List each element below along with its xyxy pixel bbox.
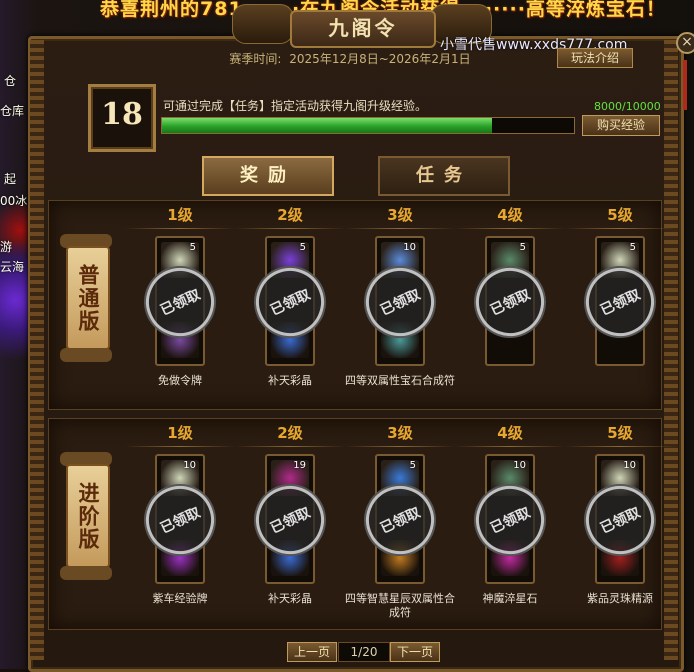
reward-qty: 5	[629, 242, 636, 253]
reward-qty: 5	[519, 242, 526, 253]
reward-qty: 19	[293, 460, 306, 471]
level-header: 3级	[387, 206, 413, 224]
level-divider	[345, 446, 455, 447]
track-label: 普通版	[66, 246, 110, 350]
buy-exp-button[interactable]: 购买经验	[582, 115, 660, 136]
reward-qty: 5	[299, 242, 306, 253]
level-header: 1级	[167, 424, 193, 442]
close-button[interactable]: ×	[676, 32, 694, 54]
window-title: 九阁令	[290, 10, 436, 48]
reward-name: 补天彩晶	[268, 592, 312, 605]
level-header: 2级	[277, 206, 303, 224]
level-divider	[455, 228, 565, 229]
track-label-cap	[60, 348, 112, 362]
level-divider	[125, 446, 235, 447]
reward-name: 神魔淬星石	[482, 592, 538, 605]
level-header: 5级	[607, 424, 633, 442]
reward-qty: 10	[403, 242, 416, 253]
level-divider	[455, 446, 565, 447]
level-header: 1级	[167, 206, 193, 224]
reward-qty: 10	[623, 460, 636, 471]
page-indicator: 1/20	[338, 642, 390, 662]
frame-ornament-left	[30, 40, 44, 660]
level-divider	[235, 446, 345, 447]
hud-label: 游	[0, 240, 13, 254]
hud-label: 云海	[0, 260, 25, 274]
season-range: 2025年12月8日~2026年2月1日	[289, 52, 471, 66]
level-header: 4级	[497, 424, 523, 442]
tab-rewards[interactable]: 奖励	[202, 156, 334, 196]
exp-count: 8000/10000	[594, 100, 661, 113]
reward-name: 四等双属性宝石合成符	[345, 374, 455, 387]
season-label: 赛季时间:	[229, 52, 282, 66]
reward-name: 补天彩晶	[268, 374, 312, 387]
hud-label: 00冰	[0, 194, 28, 208]
reward-name: 四等智慧星辰双属性合成符	[345, 592, 455, 619]
exp-description: 可通过完成【任务】指定活动获得九阁升级经验。	[163, 99, 428, 113]
track-label-cap	[60, 566, 112, 580]
reward-qty: 10	[183, 460, 196, 471]
rules-button[interactable]: 玩法介绍	[557, 48, 633, 68]
tab-tasks[interactable]: 任务	[378, 156, 510, 196]
prev-page-button[interactable]: 上一页	[287, 642, 337, 662]
level-divider	[235, 228, 345, 229]
level-divider	[565, 228, 675, 229]
level-header: 4级	[497, 206, 523, 224]
level-divider	[125, 228, 235, 229]
current-level: 18	[101, 97, 143, 132]
level-header: 2级	[277, 424, 303, 442]
level-header: 3级	[387, 424, 413, 442]
hud-label: 仓	[4, 74, 17, 88]
level-divider	[565, 446, 675, 447]
next-page-button[interactable]: 下一页	[390, 642, 440, 662]
reward-name: 免做令牌	[158, 374, 202, 387]
reward-qty: 5	[409, 460, 416, 471]
title-wing-left	[232, 4, 294, 44]
level-header: 5级	[607, 206, 633, 224]
hud-label: 起	[4, 172, 17, 186]
exp-progress-fill	[162, 118, 492, 133]
tassel-decoration	[683, 60, 687, 110]
reward-name: 紫品灵珠精源	[587, 592, 653, 605]
reward-qty: 5	[189, 242, 196, 253]
track-label: 进阶版	[66, 464, 110, 568]
reward-name: 紫车经验牌	[152, 592, 208, 605]
level-badge: 18	[88, 84, 156, 152]
reward-qty: 10	[513, 460, 526, 471]
level-divider	[345, 228, 455, 229]
hud-label: 仓库	[0, 104, 25, 118]
exp-progress-bar	[161, 117, 575, 134]
frame-ornament-right	[664, 40, 678, 660]
